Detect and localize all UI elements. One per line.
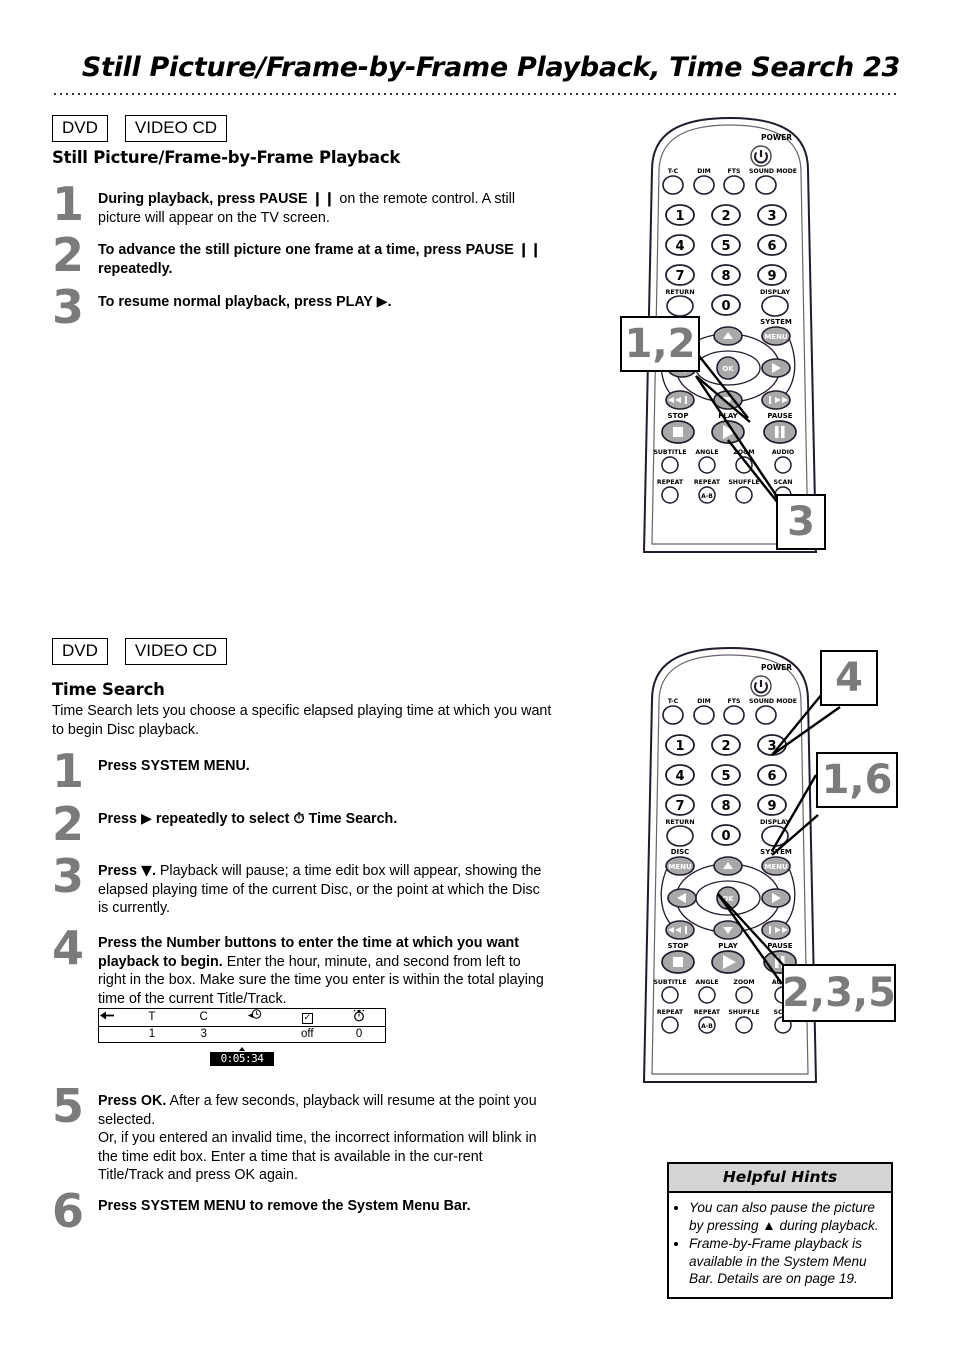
hint-item: Frame-by-Frame playback is available in … bbox=[689, 1235, 883, 1288]
step-number: 3 bbox=[52, 280, 85, 334]
callout-steps-1-2: 1,2 bbox=[620, 316, 700, 372]
media-tag-videocd: VIDEO CD bbox=[124, 115, 228, 142]
time-edit-box: 0:05:34 bbox=[210, 1047, 274, 1066]
svg-text:6: 6 bbox=[767, 239, 776, 254]
svg-text:STOP: STOP bbox=[668, 942, 689, 950]
time-edit-value: 0:05:34 bbox=[220, 1052, 264, 1065]
svg-text:SHUFFLE: SHUFFLE bbox=[728, 1009, 759, 1016]
svg-text:T-C: T-C bbox=[668, 698, 679, 705]
section1-media-tags: DVD VIDEO CD bbox=[52, 115, 228, 142]
svg-text:SUBTITLE: SUBTITLE bbox=[653, 979, 686, 986]
svg-text:POWER: POWER bbox=[761, 133, 792, 142]
menu-bar-chapter-value: 3 bbox=[200, 1028, 207, 1040]
helpful-hints-box: Helpful Hints You can also pause the pic… bbox=[667, 1162, 893, 1299]
media-tag-dvd: DVD bbox=[52, 115, 108, 142]
svg-text:REPEAT: REPEAT bbox=[694, 1009, 721, 1016]
step-number: 6 bbox=[52, 1184, 85, 1238]
callout-step-3: 3 bbox=[776, 494, 826, 550]
svg-text:7: 7 bbox=[675, 799, 684, 814]
menu-bar: T C ✓ 1 3 off 0 bbox=[98, 1008, 386, 1043]
svg-text:T-C: T-C bbox=[668, 168, 679, 175]
svg-text:A-B: A-B bbox=[701, 1023, 713, 1030]
section2-media-tags: DVD VIDEO CD bbox=[52, 638, 228, 665]
svg-text:2: 2 bbox=[721, 739, 730, 754]
step-number: 1 bbox=[52, 744, 85, 798]
svg-text:5: 5 bbox=[721, 239, 730, 254]
checkmark-icon: ✓ bbox=[301, 1013, 313, 1024]
menu-bar-timer-value: 0 bbox=[355, 1028, 363, 1040]
svg-text:4: 4 bbox=[675, 239, 684, 254]
svg-text:DIM: DIM bbox=[697, 168, 711, 175]
step-text: To resume normal playback, press PLAY ▶. bbox=[98, 294, 392, 310]
step-text: Press SYSTEM MENU. bbox=[98, 758, 250, 774]
menu-bar-value-row: 1 3 off 0 bbox=[99, 1027, 385, 1042]
step-text: Press ▶ repeatedly to select ⏱ Time Sear… bbox=[98, 811, 398, 827]
menu-bar-title-value: 1 bbox=[148, 1028, 156, 1040]
svg-text:DISPLAY: DISPLAY bbox=[760, 288, 790, 296]
step-text: To advance the still picture one frame a… bbox=[98, 242, 542, 277]
svg-text:RETURN: RETURN bbox=[665, 818, 694, 826]
callout-steps-1-6: 1,6 bbox=[816, 752, 898, 808]
svg-text:DISC: DISC bbox=[671, 848, 690, 856]
svg-text:MENU: MENU bbox=[668, 863, 692, 871]
menu-bar-chapter-icon: C bbox=[199, 1011, 208, 1023]
svg-text:8: 8 bbox=[721, 799, 730, 814]
hint-item: You can also pause the picture by pressi… bbox=[689, 1199, 883, 1234]
menu-bar-title-icon: T bbox=[148, 1011, 156, 1023]
svg-text:FTS: FTS bbox=[728, 698, 741, 705]
menu-bar-repeat-value: off bbox=[301, 1028, 314, 1040]
svg-text:8: 8 bbox=[721, 269, 730, 284]
step-text: Press the Number buttons to enter the ti… bbox=[98, 935, 544, 1007]
helpful-hints-list: You can also pause the picture by pressi… bbox=[669, 1193, 891, 1297]
svg-text:1: 1 bbox=[675, 209, 684, 224]
svg-text:0: 0 bbox=[721, 829, 730, 844]
step-text: Press OK. After a few seconds, playback … bbox=[98, 1093, 537, 1184]
svg-text:9: 9 bbox=[767, 269, 776, 284]
svg-text:FTS: FTS bbox=[728, 168, 741, 175]
svg-text:RETURN: RETURN bbox=[665, 288, 694, 296]
section1-heading: Still Picture/Frame-by-Frame Playback bbox=[52, 148, 401, 167]
time-search-icon bbox=[230, 1009, 282, 1026]
header-divider bbox=[52, 92, 898, 96]
step-number: 4 bbox=[52, 921, 85, 975]
helpful-hints-title: Helpful Hints bbox=[669, 1164, 891, 1193]
svg-text:3: 3 bbox=[767, 209, 776, 224]
time-edit-cursor-icon bbox=[239, 1047, 245, 1051]
callout-steps-2-3-5: 2,3,5 bbox=[782, 964, 896, 1022]
menu-bar-icon-row: T C ✓ bbox=[99, 1009, 385, 1027]
svg-text:7: 7 bbox=[675, 269, 684, 284]
step-number: 2 bbox=[52, 228, 85, 282]
system-menu-bar-figure: T C ✓ 1 3 off 0 0:05:34 bbox=[98, 1008, 386, 1066]
section2-intro: Time Search lets you choose a specific e… bbox=[52, 703, 552, 738]
step-text: Press SYSTEM MENU to remove the System M… bbox=[98, 1198, 471, 1214]
step-number: 1 bbox=[52, 177, 85, 231]
menu-bar-left-arrow-icon bbox=[99, 1011, 126, 1024]
timer-icon bbox=[333, 1009, 385, 1026]
page-title: Still Picture/Frame-by-Frame Playback, T… bbox=[81, 52, 900, 83]
svg-text:4: 4 bbox=[675, 769, 684, 784]
step-number: 2 bbox=[52, 797, 85, 851]
step-text: Press ▼. Playback will pause; a time edi… bbox=[98, 863, 542, 917]
svg-text:REPEAT: REPEAT bbox=[657, 1009, 684, 1016]
media-tag-videocd-2: VIDEO CD bbox=[124, 638, 228, 665]
svg-text:1: 1 bbox=[675, 739, 684, 754]
svg-text:SOUND MODE: SOUND MODE bbox=[749, 168, 797, 175]
step-number: 5 bbox=[52, 1079, 85, 1133]
media-tag-dvd-2: DVD bbox=[52, 638, 108, 665]
svg-text:5: 5 bbox=[721, 769, 730, 784]
svg-text:2: 2 bbox=[721, 209, 730, 224]
callout-step-4: 4 bbox=[820, 650, 878, 706]
step-text: During playback, press PAUSE ❙❙ on the r… bbox=[98, 191, 516, 226]
step-number: 3 bbox=[52, 849, 85, 903]
svg-text:DIM: DIM bbox=[697, 698, 711, 705]
section2-heading: Time Search bbox=[52, 680, 165, 699]
